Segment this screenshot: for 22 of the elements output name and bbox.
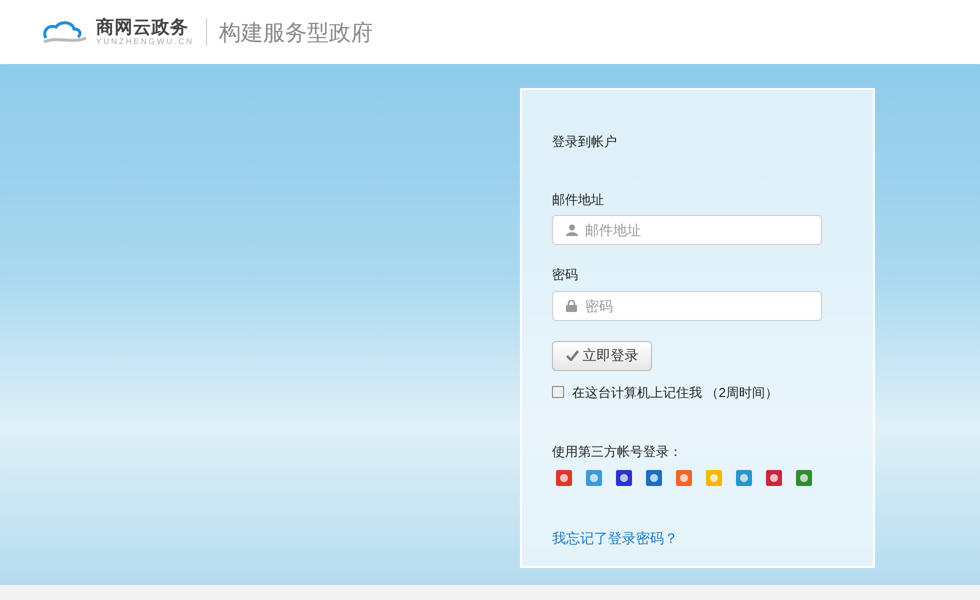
login-button[interactable]: 立即登录 xyxy=(552,340,652,370)
field-label: 邮件地址 xyxy=(552,190,605,208)
third-party-label: 使用第三方帐号登录： xyxy=(552,443,683,461)
social-login-icon[interactable] xyxy=(616,470,632,486)
email-field[interactable]: 邮件地址 xyxy=(552,215,822,245)
field-label: 密码 xyxy=(552,266,579,284)
cloud-logo-icon xyxy=(42,20,88,44)
remember-label: 在这台计算机上记住我 （2周时间） xyxy=(572,384,778,402)
social-login-icon[interactable] xyxy=(796,470,812,486)
login-title: 登录到帐户 xyxy=(552,133,618,151)
social-login-icon[interactable] xyxy=(646,470,662,486)
slogan: 构建服务型政府 xyxy=(219,18,373,46)
lock-icon xyxy=(566,300,577,312)
remember-checkbox[interactable] xyxy=(552,386,564,398)
forgot-password-link[interactable]: 我忘记了登录密码？ xyxy=(552,528,823,548)
password-field[interactable]: 密码 xyxy=(552,290,822,320)
check-icon xyxy=(566,350,578,361)
brand-domain: YUNZHENGWU.CN xyxy=(96,38,194,46)
social-login-icon[interactable] xyxy=(556,470,572,486)
brand-name: 商网云政务 xyxy=(96,18,190,36)
social-login-icon[interactable] xyxy=(766,470,782,486)
user-icon xyxy=(566,224,578,236)
